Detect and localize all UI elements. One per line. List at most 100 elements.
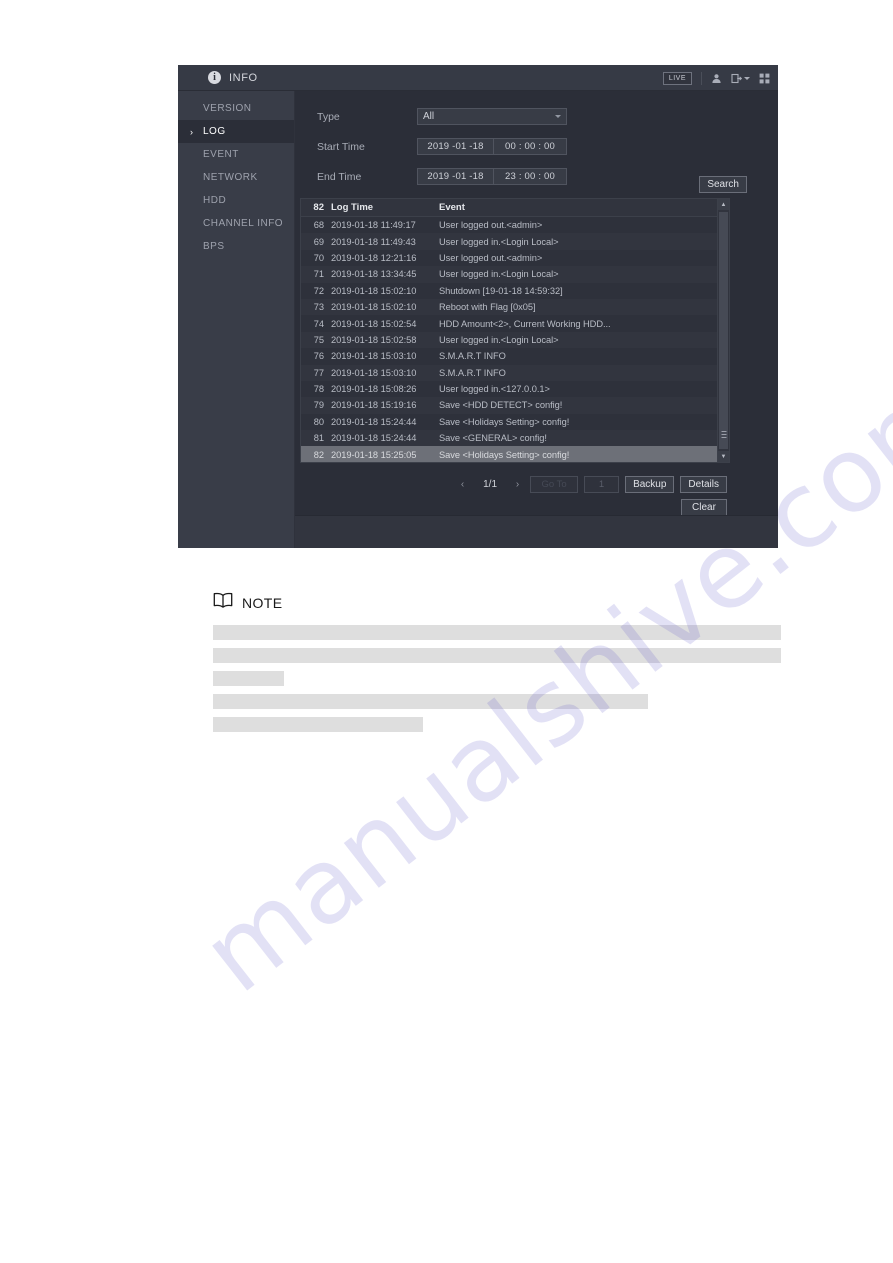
prev-page-button[interactable]: ‹ [456,479,469,490]
row-index: 74 [313,318,324,329]
row-index: 69 [313,236,324,247]
row-event: User logged in.<127.0.0.1> [439,384,550,395]
table-header: 82 Log Time Event [301,199,717,217]
table-row[interactable]: 71 2019-01-18 13:34:45 User logged in.<Log… [301,266,717,283]
sidebar-item-label: CHANNEL INFO [203,218,284,229]
sidebar-item-network[interactable]: NETWORK [178,166,294,189]
details-button[interactable]: Details [680,476,727,493]
search-button[interactable]: Search [699,176,747,193]
row-event: User logged in.<Login Local> [439,269,559,280]
row-event: Save <Holidays Setting> config! [439,416,570,427]
sidebar-item-log[interactable]: › LOG [178,120,294,143]
header-event: Event [439,202,465,213]
sidebar-item-label: LOG [203,126,226,137]
row-log-time: 2019-01-18 15:19:16 [331,400,417,411]
row-index: 76 [313,351,324,362]
end-date-input[interactable]: 2019 -01 -18 [418,169,494,184]
scroll-down-icon[interactable]: ▼ [718,451,729,462]
table-row[interactable]: 74 2019-01-18 15:02:54 HDD Amount<2>, Curr… [301,315,717,331]
user-icon[interactable] [711,73,722,84]
table-row[interactable]: 68 2019-01-18 11:49:17 User logged out.<ad… [301,217,717,233]
scroll-up-icon[interactable]: ▲ [718,199,729,210]
sidebar-item-bps[interactable]: BPS [178,235,294,258]
row-event: S.M.A.R.T INFO [439,367,506,378]
note-line [213,648,781,663]
sidebar-item-channel-info[interactable]: CHANNEL INFO [178,212,294,235]
row-log-time: 2019-01-18 15:02:10 [331,302,417,313]
backup-button[interactable]: Backup [625,476,675,493]
note-line [213,671,284,686]
row-event: Save <Holidays Setting> config! [439,449,570,460]
table-row[interactable]: 77 2019-01-18 15:03:10 S.M.A.R.T INFO [301,364,717,381]
log-table-body: 82 Log Time Event 68 2019-01-18 11:49:17 U… [301,199,717,462]
header-log-time: Log Time [331,202,374,213]
dialog-titlebar: i INFO LIVE [178,65,778,91]
clear-button[interactable]: Clear [681,499,727,516]
chevron-down-icon[interactable] [744,76,750,80]
table-row[interactable]: 73 2019-01-18 15:02:10 Reboot with Flag [0… [301,298,717,316]
pagination: ‹ 1/1 › Go To 1 Backup Details [300,476,730,493]
type-row: Type All [317,105,778,128]
table-row[interactable]: 81 2019-01-18 15:24:44 Save <GENERAL> conf… [301,430,717,447]
dialog-footer [295,515,778,548]
table-row[interactable]: 72 2019-01-18 15:02:10 Shutdown [19-01-18 … [301,283,717,299]
go-to-button[interactable]: Go To [530,476,579,493]
row-index: 75 [313,334,324,345]
row-event: User logged in.<Login Local> [439,334,559,345]
start-time-label: Start Time [317,140,365,153]
sidebar-item-label: BPS [203,241,225,252]
row-index: 72 [313,285,324,296]
table-row[interactable]: 70 2019-01-18 12:21:16 User logged out.<ad… [301,250,717,266]
scrollbar-thumb[interactable] [719,212,728,449]
chevron-down-icon [555,115,561,118]
row-event: Reboot with Flag [0x05] [439,302,536,313]
table-row[interactable]: 69 2019-01-18 11:49:43 User logged in.<Log… [301,233,717,250]
sidebar-item-event[interactable]: EVENT [178,143,294,166]
table-scrollbar[interactable]: ▲ ▼ [717,199,729,462]
row-log-time: 2019-01-18 15:24:44 [331,433,417,444]
book-icon [213,592,233,614]
table-row[interactable]: 79 2019-01-18 15:19:16 Save <HDD DETECT> c… [301,397,717,414]
table-row[interactable]: 78 2019-01-18 15:08:26 User logged in.<127… [301,381,717,397]
end-clock-input[interactable]: 23 : 00 : 00 [494,169,566,184]
row-index: 81 [313,433,324,444]
row-log-time: 2019-01-18 11:49:17 [331,220,416,231]
content-panel: Type All Start Time 2019 -01 -18 00 : 00… [295,91,778,548]
end-time-field[interactable]: 2019 -01 -18 23 : 00 : 00 [417,168,567,185]
page-title: INFO [229,71,258,84]
row-log-time: 2019-01-18 15:02:54 [331,318,417,329]
row-index: 78 [313,384,324,395]
log-table: 82 Log Time Event 68 2019-01-18 11:49:17 U… [300,198,730,463]
apps-grid-icon[interactable] [759,73,770,84]
note-header: NOTE [213,592,781,614]
row-index: 68 [313,220,324,231]
row-event: S.M.A.R.T INFO [439,351,506,362]
row-event: HDD Amount<2>, Current Working HDD... [439,318,611,329]
row-index: 73 [313,302,324,313]
table-row[interactable]: 75 2019-01-18 15:02:58 User logged in.<Log… [301,331,717,349]
sidebar-item-hdd[interactable]: HDD [178,189,294,212]
start-date-input[interactable]: 2019 -01 -18 [418,139,494,154]
start-clock-input[interactable]: 00 : 00 : 00 [494,139,566,154]
start-time-field[interactable]: 2019 -01 -18 00 : 00 : 00 [417,138,567,155]
logout-icon[interactable] [731,73,750,84]
type-select[interactable]: All [417,108,567,125]
note-section: NOTE [213,592,781,740]
note-line [213,694,648,709]
row-event: Save <GENERAL> config! [439,433,547,444]
go-to-input[interactable]: 1 [584,476,620,493]
row-event: User logged out.<admin> [439,220,543,231]
header-count: 82 [313,202,324,213]
row-log-time: 2019-01-18 15:25:05 [331,449,417,460]
info-circle-icon: i [208,71,221,84]
table-row[interactable]: 76 2019-01-18 15:03:10 S.M.A.R.T INFO [301,348,717,364]
note-title: NOTE [242,595,283,611]
table-row[interactable]: 82 2019-01-18 15:25:05 Save <Holidays Sett… [301,446,717,462]
row-log-time: 2019-01-18 12:21:16 [331,252,417,263]
next-page-button[interactable]: › [511,479,524,490]
live-badge[interactable]: LIVE [662,71,692,85]
type-select-value: All [423,111,435,122]
table-row[interactable]: 80 2019-01-18 15:24:44 Save <Holidays Sett… [301,414,717,430]
row-log-time: 2019-01-18 15:03:10 [331,351,417,362]
sidebar-item-version[interactable]: VERSION [178,97,294,120]
